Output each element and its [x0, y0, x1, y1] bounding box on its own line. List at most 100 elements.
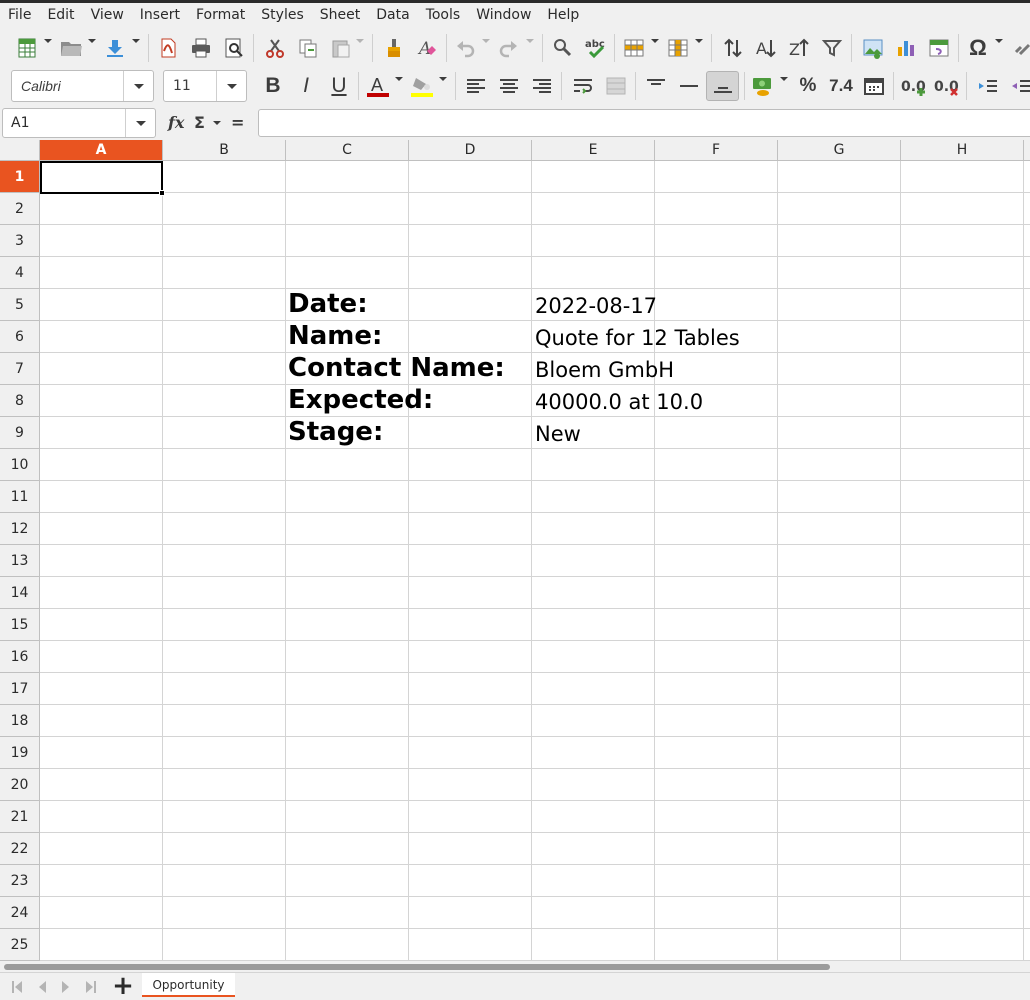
row-header-15[interactable]: 15	[0, 609, 40, 641]
clone-formatting-icon[interactable]	[381, 35, 407, 61]
wrap-text-icon[interactable]	[570, 73, 596, 99]
print-preview-button[interactable]	[221, 35, 247, 61]
special-character-icon[interactable]: Ω	[965, 35, 991, 61]
currency-format-icon[interactable]	[750, 73, 776, 99]
paste-dropdown[interactable]	[356, 28, 364, 54]
column-header-a[interactable]: A	[40, 140, 163, 161]
menu-window[interactable]: Window	[468, 3, 539, 28]
undo-dropdown[interactable]	[482, 28, 490, 54]
align-right-icon[interactable]	[529, 73, 555, 99]
new-dropdown[interactable]	[44, 28, 52, 54]
add-sheet-icon[interactable]: +	[112, 973, 134, 999]
column-header-i[interactable]	[1024, 140, 1030, 161]
sort-ascending-icon[interactable]: A	[753, 35, 779, 61]
cell-c6[interactable]: Name:	[288, 320, 382, 352]
row-header-12[interactable]: 12	[0, 513, 40, 545]
date-format-icon[interactable]	[861, 73, 887, 99]
scrollbar-thumb[interactable]	[4, 964, 830, 970]
cut-icon[interactable]	[262, 35, 288, 61]
pivot-table-icon[interactable]	[926, 35, 952, 61]
hyperlink-icon[interactable]	[1010, 35, 1030, 61]
align-top-icon[interactable]	[643, 73, 669, 99]
column-dropdown[interactable]	[695, 28, 703, 54]
row-icon[interactable]	[621, 35, 647, 61]
active-cell-cursor[interactable]	[40, 161, 163, 194]
row-header-3[interactable]: 3	[0, 225, 40, 257]
cell-c5[interactable]: Date:	[288, 288, 368, 320]
column-icon[interactable]	[665, 35, 691, 61]
cell-e7[interactable]: Bloem GmbH	[535, 354, 674, 386]
cell-c9[interactable]: Stage:	[288, 416, 383, 448]
horizontal-scrollbar[interactable]	[0, 961, 1030, 972]
undo-icon[interactable]	[452, 35, 478, 61]
row-header-9[interactable]: 9	[0, 417, 40, 449]
column-header-b[interactable]: B	[163, 140, 286, 161]
export-pdf-button[interactable]	[155, 35, 181, 61]
sum-dropdown[interactable]	[213, 110, 221, 136]
menu-data[interactable]: Data	[368, 3, 417, 28]
row-header-2[interactable]: 2	[0, 193, 40, 225]
row-header-23[interactable]: 23	[0, 865, 40, 897]
row-header-10[interactable]: 10	[0, 449, 40, 481]
sort-descending-icon[interactable]: Z	[786, 35, 812, 61]
cell-e6[interactable]: Quote for 12 Tables	[535, 322, 740, 354]
save-dropdown[interactable]	[132, 28, 140, 54]
redo-dropdown[interactable]	[526, 28, 534, 54]
row-dropdown[interactable]	[651, 28, 659, 54]
center-vertically-icon[interactable]	[676, 73, 702, 99]
menu-styles[interactable]: Styles	[253, 3, 311, 28]
name-box[interactable]: A1	[2, 108, 156, 138]
row-header-22[interactable]: 22	[0, 833, 40, 865]
menu-format[interactable]: Format	[188, 3, 253, 28]
font-name-dropdown[interactable]	[123, 71, 153, 101]
autofilter-icon[interactable]	[819, 35, 845, 61]
cell-e5[interactable]: 2022-08-17	[535, 290, 657, 322]
column-header-e[interactable]: E	[532, 140, 655, 161]
underline-button[interactable]: U	[326, 73, 352, 99]
previous-sheet-icon[interactable]	[32, 976, 52, 998]
align-bottom-button[interactable]	[706, 71, 739, 101]
number-format-button[interactable]: 7.4	[828, 73, 854, 99]
column-header-f[interactable]: F	[655, 140, 778, 161]
row-header-1[interactable]: 1	[0, 161, 40, 193]
menu-view[interactable]: View	[83, 3, 132, 28]
row-header-18[interactable]: 18	[0, 705, 40, 737]
sort-icon[interactable]	[720, 35, 746, 61]
merge-cells-icon[interactable]	[603, 73, 629, 99]
fill-handle[interactable]	[159, 190, 165, 196]
menu-tools[interactable]: Tools	[418, 3, 469, 28]
print-button[interactable]	[188, 35, 214, 61]
formula-input[interactable]	[258, 109, 1030, 137]
save-button[interactable]	[102, 35, 128, 61]
row-header-13[interactable]: 13	[0, 545, 40, 577]
increase-indent-icon[interactable]	[975, 73, 1001, 99]
font-color-button[interactable]: A	[365, 73, 391, 99]
menu-help[interactable]: Help	[539, 3, 587, 28]
currency-format-dropdown[interactable]	[780, 66, 788, 92]
delete-decimal-place-icon[interactable]: 0.0	[934, 73, 960, 99]
add-decimal-place-icon[interactable]: 0.0	[901, 73, 927, 99]
find-replace-icon[interactable]	[550, 35, 576, 61]
italic-button[interactable]: I	[293, 73, 319, 99]
row-header-20[interactable]: 20	[0, 769, 40, 801]
menu-file[interactable]: File	[0, 3, 39, 28]
row-header-25[interactable]: 25	[0, 929, 40, 961]
sheet-tab-opportunity[interactable]: Opportunity	[142, 973, 235, 997]
row-header-6[interactable]: 6	[0, 321, 40, 353]
menu-sheet[interactable]: Sheet	[312, 3, 368, 28]
new-spreadsheet-button[interactable]	[14, 35, 40, 61]
spreadsheet-grid[interactable]: A B C D E F G H 1 2 3 4 5 6 7 8 9 10 11 …	[0, 140, 1030, 961]
spelling-icon[interactable]: abc	[583, 35, 609, 61]
highlight-color-dropdown[interactable]	[439, 66, 447, 92]
last-sheet-icon[interactable]	[81, 976, 101, 998]
cell-c8[interactable]: Expected:	[288, 384, 433, 416]
column-header-d[interactable]: D	[409, 140, 532, 161]
font-name-combo[interactable]: Calibri	[11, 70, 154, 102]
column-header-h[interactable]: H	[901, 140, 1024, 161]
row-header-5[interactable]: 5	[0, 289, 40, 321]
insert-image-icon[interactable]	[860, 35, 886, 61]
decrease-indent-icon[interactable]	[1008, 73, 1030, 99]
sum-button[interactable]: Σ	[194, 110, 205, 136]
row-header-17[interactable]: 17	[0, 673, 40, 705]
column-header-c[interactable]: C	[286, 140, 409, 161]
